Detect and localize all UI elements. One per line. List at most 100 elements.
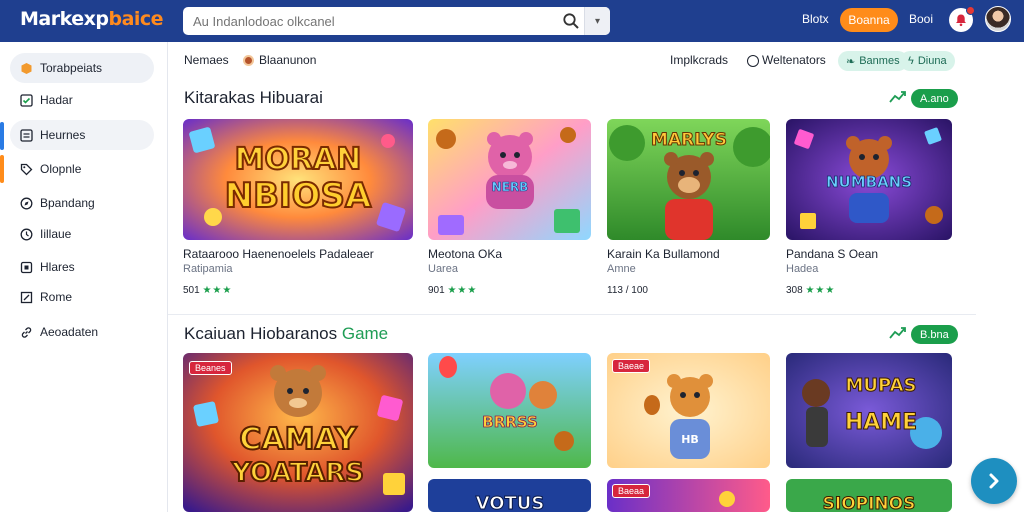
filter-dot-icon [243, 55, 254, 66]
header-link-2[interactable]: Booi [909, 12, 933, 26]
top-bar: Markexpbaice ▾ Blotx Boanna Booi [0, 0, 1024, 42]
sidebar-item-2[interactable]: Hadar [10, 85, 154, 115]
game-tag: Baeae [612, 359, 651, 373]
section-2-title: Kcaiuan Hiobaranos Game [184, 324, 389, 343]
next-arrow-button[interactable] [971, 458, 1017, 504]
sidebar-item-3[interactable]: Heurnes [10, 120, 154, 150]
box-icon [20, 62, 33, 75]
section-1-badge[interactable]: A.ano [911, 89, 958, 108]
square-icon [20, 261, 33, 274]
search-input[interactable] [183, 8, 553, 34]
sidebar-item-1[interactable]: Torabpeiats [10, 53, 154, 83]
filter-pill-label: Diuna [917, 55, 947, 67]
game-card-subtitle: Amne [607, 263, 636, 275]
filter-link-3[interactable]: Implkcrads [670, 53, 728, 67]
game-card-image[interactable]: MUPAS HAME [786, 353, 952, 468]
section-1-title: Kitarakas Hibuarai [184, 88, 323, 107]
notification-bell-icon[interactable] [949, 6, 975, 32]
sidebar-item-8[interactable]: Rome [10, 282, 154, 312]
svg-text:HB: HB [681, 433, 699, 446]
game-card-subtitle: Hadea [786, 263, 819, 275]
game-card-rating: 308 ★★★ [786, 285, 836, 296]
link-icon [20, 326, 33, 339]
game-card-title[interactable]: Meotona OKa [428, 247, 502, 261]
sidebar-item-4[interactable]: Olopnle [10, 154, 154, 184]
svg-text:SIOPINOS: SIOPINOS [823, 494, 916, 512]
game-card-rating: 901 ★★★ [428, 285, 478, 296]
sidebar-item-label: Olopnle [40, 162, 82, 176]
sidebar-item-6[interactable]: Iillaue [10, 219, 154, 249]
game-card-image[interactable]: SIOPINOS [786, 479, 952, 512]
main-content: Nemaes Blaanunon Implkcrads Weltenators … [168, 42, 1024, 512]
svg-text:HAME: HAME [845, 410, 917, 435]
svg-text:MUPAS: MUPAS [846, 375, 917, 396]
game-card-image[interactable]: CAMAY YOATARS [183, 353, 413, 512]
list-icon [20, 129, 33, 142]
game-card-title[interactable]: Karain Ka Bullamond [607, 247, 720, 261]
section-divider [168, 314, 976, 315]
sidebar-item-9[interactable]: Aeoadaten [10, 317, 154, 347]
sidebar-item-label: Rome [40, 290, 73, 304]
bolt-icon: ϟ [908, 55, 914, 67]
game-card-title[interactable]: Rataarooo Haenenoelels Padaleaer [183, 247, 374, 261]
sidebar: Torabpeiats Hadar Heurnes Olopnle Bpanda… [0, 42, 168, 512]
filter-pill-1[interactable]: ❧ Banmes [838, 51, 908, 71]
svg-text:MARLYS: MARLYS [651, 130, 727, 150]
game-card-image[interactable]: MARLYS [607, 119, 770, 240]
svg-text:NUMBANS: NUMBANS [826, 173, 912, 191]
game-card-rating: 501 ★★★ [183, 285, 233, 296]
edit-icon [20, 291, 33, 304]
sidebar-item-label: Aeoadaten [40, 325, 99, 339]
svg-text:NERB: NERB [492, 180, 529, 194]
sidebar-item-label: Heurnes [40, 128, 86, 142]
svg-text:VOTUS: VOTUS [476, 493, 545, 512]
sidebar-item-7[interactable]: Hlares [10, 252, 154, 282]
section-2-badge[interactable]: B.bna [911, 325, 958, 344]
filter-link-4[interactable]: Weltenators [762, 53, 826, 67]
notification-dot [966, 6, 975, 15]
svg-text:BRRSS: BRRSS [482, 413, 537, 431]
svg-text:YOATARS: YOATARS [231, 458, 364, 488]
logo[interactable]: Markexpbaice [20, 8, 164, 30]
filter-pill-2[interactable]: ϟ Diuna [900, 51, 955, 71]
filter-link-1[interactable]: Nemaes [184, 53, 229, 67]
clock-icon [20, 228, 33, 241]
svg-text:MORAN: MORAN [235, 142, 362, 177]
game-card-title[interactable]: Pandana S Oean [786, 247, 878, 261]
trend-up-icon [889, 326, 907, 343]
circle-icon [747, 55, 759, 67]
search-dropdown-chevron-icon[interactable]: ▾ [584, 7, 610, 35]
svg-text:NBIOSA: NBIOSA [225, 176, 372, 216]
game-card-image[interactable]: NERB [428, 119, 591, 240]
chevron-right-icon [989, 473, 999, 489]
leaf-icon: ❧ [846, 55, 856, 68]
game-card-image[interactable]: MORAN NBIOSA [183, 119, 413, 240]
user-avatar[interactable] [985, 6, 1011, 32]
active-marker [0, 122, 4, 150]
sidebar-item-label: Bpandang [40, 196, 95, 210]
sidebar-item-label: Torabpeiats [40, 61, 103, 75]
game-card-image[interactable]: BRRSS [428, 353, 591, 468]
game-card-rating: 113 / 100 [607, 285, 648, 296]
svg-text:CAMAY: CAMAY [239, 422, 357, 457]
filter-link-2[interactable]: Blaanunon [259, 53, 316, 67]
game-card-subtitle: Ratipamia [183, 263, 233, 275]
header-link-1[interactable]: Blotx [802, 12, 829, 26]
game-card-image[interactable]: NUMBANS [786, 119, 952, 240]
header-action-button[interactable]: Boanna [840, 8, 898, 32]
tag-icon [20, 163, 33, 176]
check-square-icon [20, 94, 33, 107]
sidebar-item-label: Hlares [40, 260, 75, 274]
filter-pill-label: Banmes [859, 55, 900, 67]
sidebar-item-label: Iillaue [40, 227, 72, 241]
compass-icon [20, 197, 33, 210]
sidebar-item-5[interactable]: Bpandang [10, 188, 154, 218]
search-icon[interactable] [562, 12, 580, 30]
game-tag: Beanes [189, 361, 232, 375]
game-card-subtitle: Uarea [428, 263, 458, 275]
sidebar-item-label: Hadar [40, 93, 73, 107]
game-card-image[interactable]: VOTUS [428, 479, 591, 512]
game-tag: Baeaa [612, 484, 651, 498]
search-box: ▾ [183, 7, 610, 35]
highlight-marker [0, 155, 4, 183]
